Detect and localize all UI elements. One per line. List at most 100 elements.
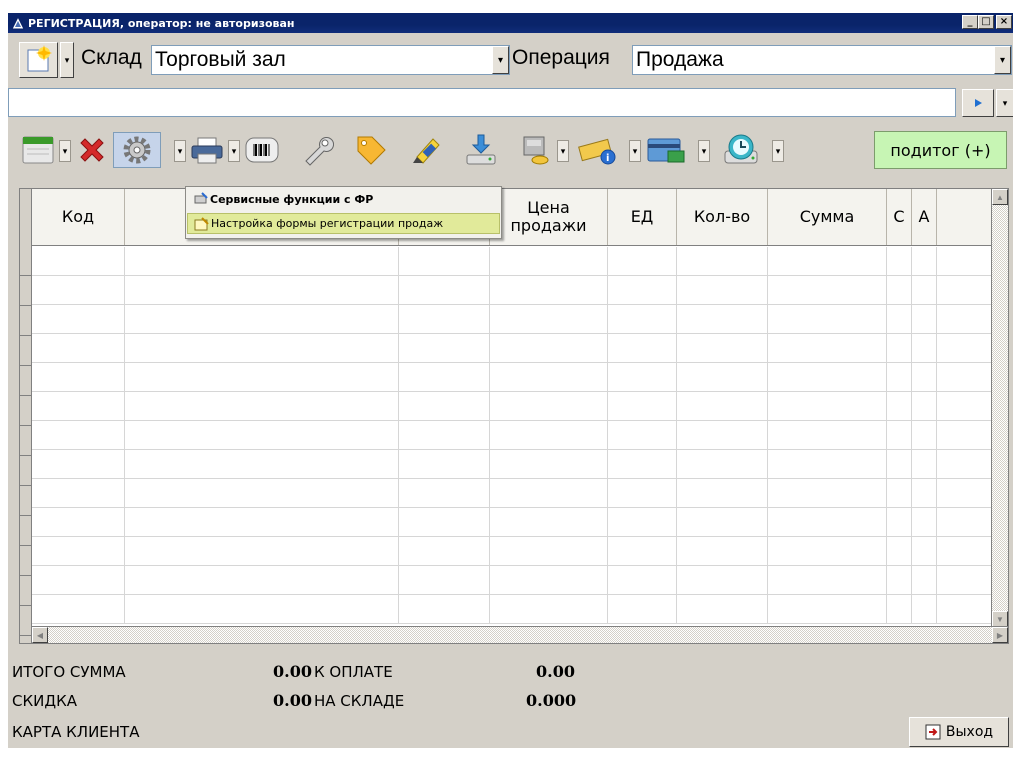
table-cell[interactable] bbox=[912, 566, 937, 594]
table-cell[interactable] bbox=[937, 450, 989, 478]
table-cell[interactable] bbox=[768, 421, 887, 449]
tools-button[interactable] bbox=[299, 132, 335, 168]
table-cell[interactable] bbox=[125, 595, 399, 623]
table-cell[interactable] bbox=[490, 508, 608, 536]
table-cell[interactable] bbox=[677, 595, 768, 623]
table-cell[interactable] bbox=[490, 595, 608, 623]
table-cell[interactable] bbox=[887, 450, 912, 478]
table-cell[interactable] bbox=[399, 566, 490, 594]
table-cell[interactable] bbox=[912, 479, 937, 507]
table-row[interactable] bbox=[32, 479, 1002, 508]
table-cell[interactable] bbox=[768, 595, 887, 623]
table-row[interactable] bbox=[32, 247, 1002, 276]
table-cell[interactable] bbox=[887, 334, 912, 362]
column-header-a[interactable]: А bbox=[912, 189, 937, 245]
table-cell[interactable] bbox=[937, 479, 989, 507]
table-cell[interactable] bbox=[768, 276, 887, 304]
table-cell[interactable] bbox=[125, 508, 399, 536]
table-cell[interactable] bbox=[608, 595, 677, 623]
table-cell[interactable] bbox=[608, 566, 677, 594]
table-cell[interactable] bbox=[490, 421, 608, 449]
table-row[interactable] bbox=[32, 566, 1002, 595]
table-cell[interactable] bbox=[608, 334, 677, 362]
table-cell[interactable] bbox=[608, 247, 677, 275]
table-row[interactable] bbox=[32, 450, 1002, 479]
table-cell[interactable] bbox=[125, 450, 399, 478]
table-row[interactable] bbox=[32, 334, 1002, 363]
table-cell[interactable] bbox=[399, 479, 490, 507]
scroll-down-icon[interactable]: ▼ bbox=[992, 611, 1008, 627]
table-cell[interactable] bbox=[32, 363, 125, 391]
table-cell[interactable] bbox=[125, 479, 399, 507]
minimize-button[interactable]: _ bbox=[962, 15, 978, 29]
table-cell[interactable] bbox=[677, 363, 768, 391]
warehouse-select[interactable]: Торговый зал ▾ bbox=[151, 45, 510, 75]
new-document-button[interactable] bbox=[19, 42, 58, 78]
maximize-button[interactable]: □ bbox=[978, 15, 994, 29]
table-cell[interactable] bbox=[32, 392, 125, 420]
table-cell[interactable] bbox=[912, 247, 937, 275]
column-header-code[interactable]: Код bbox=[32, 189, 125, 245]
table-row[interactable] bbox=[32, 421, 1002, 450]
table-cell[interactable] bbox=[608, 450, 677, 478]
table-cell[interactable] bbox=[887, 508, 912, 536]
calendar-button[interactable] bbox=[20, 132, 56, 168]
table-cell[interactable] bbox=[887, 305, 912, 333]
table-cell[interactable] bbox=[399, 392, 490, 420]
settings-button[interactable] bbox=[113, 132, 161, 168]
table-cell[interactable] bbox=[912, 276, 937, 304]
menu-item-service-functions[interactable]: Сервисные функции с ФР bbox=[187, 189, 500, 210]
table-cell[interactable] bbox=[937, 421, 989, 449]
table-cell[interactable] bbox=[677, 305, 768, 333]
table-cell[interactable] bbox=[399, 450, 490, 478]
download-button[interactable] bbox=[463, 132, 499, 168]
table-cell[interactable] bbox=[887, 363, 912, 391]
table-row[interactable] bbox=[32, 276, 1002, 305]
table-cell[interactable] bbox=[399, 508, 490, 536]
table-cell[interactable] bbox=[608, 537, 677, 565]
table-cell[interactable] bbox=[912, 421, 937, 449]
table-cell[interactable] bbox=[937, 537, 989, 565]
table-cell[interactable] bbox=[912, 305, 937, 333]
table-cell[interactable] bbox=[937, 566, 989, 594]
table-cell[interactable] bbox=[32, 305, 125, 333]
table-cell[interactable] bbox=[608, 276, 677, 304]
info-card-dropdown[interactable]: ▾ bbox=[629, 140, 641, 162]
table-cell[interactable] bbox=[887, 276, 912, 304]
column-header-price[interactable]: Цена продажи bbox=[490, 189, 608, 245]
table-cell[interactable] bbox=[490, 392, 608, 420]
table-cell[interactable] bbox=[125, 566, 399, 594]
table-cell[interactable] bbox=[677, 450, 768, 478]
table-cell[interactable] bbox=[768, 537, 887, 565]
column-header-unit[interactable]: ЕД bbox=[608, 189, 677, 245]
table-cell[interactable] bbox=[887, 421, 912, 449]
table-cell[interactable] bbox=[887, 392, 912, 420]
table-cell[interactable] bbox=[608, 363, 677, 391]
table-cell[interactable] bbox=[490, 537, 608, 565]
table-cell[interactable] bbox=[490, 334, 608, 362]
table-cell[interactable] bbox=[937, 363, 989, 391]
table-cell[interactable] bbox=[125, 247, 399, 275]
table-cell[interactable] bbox=[399, 334, 490, 362]
table-cell[interactable] bbox=[32, 450, 125, 478]
table-cell[interactable] bbox=[125, 363, 399, 391]
table-cell[interactable] bbox=[937, 595, 989, 623]
table-cell[interactable] bbox=[125, 334, 399, 362]
table-cell[interactable] bbox=[768, 508, 887, 536]
go-button[interactable] bbox=[962, 89, 994, 117]
table-cell[interactable] bbox=[768, 363, 887, 391]
clock-dropdown[interactable]: ▾ bbox=[772, 140, 784, 162]
table-cell[interactable] bbox=[937, 334, 989, 362]
menu-item-form-settings[interactable]: Настройка формы регистрации продаж bbox=[187, 213, 500, 234]
table-cell[interactable] bbox=[490, 276, 608, 304]
table-cell[interactable] bbox=[608, 421, 677, 449]
table-cell[interactable] bbox=[677, 479, 768, 507]
table-cell[interactable] bbox=[912, 450, 937, 478]
table-cell[interactable] bbox=[32, 276, 125, 304]
barcode-button[interactable] bbox=[244, 132, 280, 168]
table-cell[interactable] bbox=[399, 305, 490, 333]
table-cell[interactable] bbox=[912, 595, 937, 623]
table-cell[interactable] bbox=[768, 450, 887, 478]
new-document-dropdown[interactable]: ▾ bbox=[60, 42, 74, 78]
cash-drawer-button[interactable] bbox=[517, 132, 553, 168]
